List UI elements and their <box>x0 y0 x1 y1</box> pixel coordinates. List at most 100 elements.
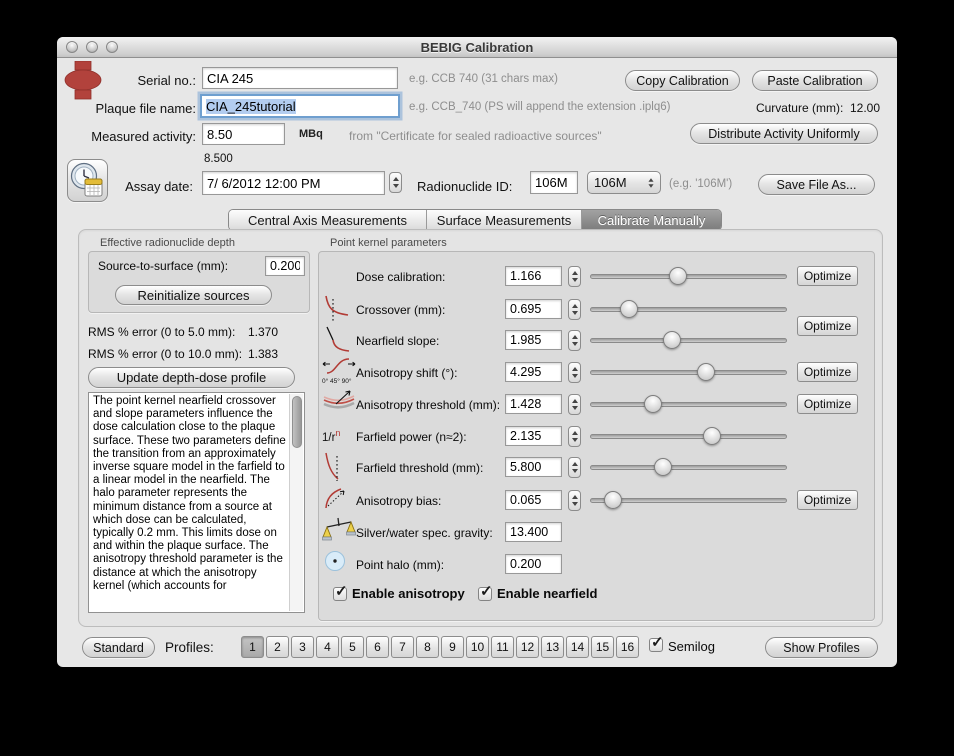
copy-calibration-button[interactable]: Copy Calibration <box>625 70 740 91</box>
source-to-surface-label: Source-to-surface (mm): <box>98 259 228 273</box>
slider-thumb[interactable] <box>644 395 662 413</box>
info-text-area[interactable]: The point kernel nearfield crossover and… <box>88 392 305 613</box>
source-to-surface-input[interactable] <box>265 256 305 276</box>
anisotropy-shift-optimize-button[interactable]: Optimize <box>797 362 858 382</box>
rms-error-5mm-label: RMS % error (0 to 5.0 mm): <box>88 325 235 339</box>
dose-calibration-stepper[interactable] <box>568 266 581 287</box>
plaque-file-name-input[interactable]: CIA_245tutorial <box>200 94 400 118</box>
anisotropy-bias-optimize-button[interactable]: Optimize <box>797 490 858 510</box>
slider-track[interactable] <box>590 402 787 407</box>
slider-track[interactable] <box>590 274 787 279</box>
profile-button-12[interactable]: 12 <box>516 636 539 658</box>
dose-calibration-input[interactable] <box>505 266 562 286</box>
profile-button-2[interactable]: 2 <box>266 636 289 658</box>
point-halo-input[interactable] <box>505 554 562 574</box>
farfield-threshold-slider[interactable] <box>590 457 787 478</box>
dose-calibration-slider[interactable] <box>590 266 787 287</box>
crossover-slider[interactable] <box>590 299 787 320</box>
profile-button-3[interactable]: 3 <box>291 636 314 658</box>
param-row-silver-water-gravity: Silver/water spec. gravity: <box>318 522 875 544</box>
anisotropy-threshold-input[interactable] <box>505 394 562 414</box>
anisotropy-threshold-stepper[interactable] <box>568 394 581 415</box>
measured-activity-input[interactable] <box>202 123 285 145</box>
distribute-activity-button[interactable]: Distribute Activity Uniformly <box>690 123 878 144</box>
slider-track[interactable] <box>590 434 787 439</box>
anisotropy-bias-slider[interactable] <box>590 490 787 511</box>
update-depth-dose-button[interactable]: Update depth-dose profile <box>88 367 295 388</box>
point-kernel-group-title: Point kernel parameters <box>330 237 447 249</box>
anisotropy-threshold-slider[interactable] <box>590 394 787 415</box>
slider-thumb[interactable] <box>620 300 638 318</box>
param-row-anisotropy-bias: Anisotropy bias:Optimize <box>318 490 875 512</box>
anisotropy-shift-slider[interactable] <box>590 362 787 383</box>
slider-track[interactable] <box>590 338 787 343</box>
radionuclide-popup[interactable]: 106M <box>587 171 661 194</box>
dose-calibration-optimize-button[interactable]: Optimize <box>797 266 858 286</box>
reinitialize-sources-button[interactable]: Reinitialize sources <box>115 285 272 305</box>
anisotropy-bias-stepper[interactable] <box>568 490 581 511</box>
slider-thumb[interactable] <box>604 491 622 509</box>
farfield-power-stepper[interactable] <box>568 426 581 447</box>
assay-date-stepper[interactable] <box>389 172 402 193</box>
farfield-threshold-stepper[interactable] <box>568 457 581 478</box>
profile-button-9[interactable]: 9 <box>441 636 464 658</box>
tab-surface-measurements[interactable]: Surface Measurements <box>426 210 581 230</box>
slider-thumb[interactable] <box>654 458 672 476</box>
farfield-threshold-label: Farfield threshold (mm): <box>356 461 483 475</box>
farfield-threshold-input[interactable] <box>505 457 562 477</box>
anisotropy-threshold-optimize-button[interactable]: Optimize <box>797 394 858 414</box>
plaque-file-name-label: Plaque file name: <box>57 101 196 116</box>
stepper-up-icon[interactable] <box>393 177 399 181</box>
enable-anisotropy-checkbox[interactable]: ✓ <box>333 587 347 601</box>
profile-button-6[interactable]: 6 <box>366 636 389 658</box>
farfield-power-input[interactable] <box>505 426 562 446</box>
nearfield-slope-stepper[interactable] <box>568 330 581 351</box>
tab-calibrate-manually[interactable]: Calibrate Manually <box>581 210 721 230</box>
tab-central-axis-measurements[interactable]: Central Axis Measurements <box>229 210 426 230</box>
assay-date-input[interactable] <box>202 171 385 195</box>
checkmark-icon: ✓ <box>480 582 493 600</box>
farfield-power-slider[interactable] <box>590 426 787 447</box>
slider-thumb[interactable] <box>703 427 721 445</box>
radionuclide-id-input[interactable] <box>530 171 578 194</box>
title-bar[interactable]: BEBIG Calibration <box>57 37 897 58</box>
profile-button-7[interactable]: 7 <box>391 636 414 658</box>
scrollbar[interactable] <box>289 394 303 611</box>
profile-button-4[interactable]: 4 <box>316 636 339 658</box>
stepper-down-icon[interactable] <box>393 184 399 188</box>
profile-button-11[interactable]: 11 <box>491 636 514 658</box>
profile-button-13[interactable]: 13 <box>541 636 564 658</box>
profile-button-5[interactable]: 5 <box>341 636 364 658</box>
nearfield-slope-input[interactable] <box>505 330 562 350</box>
profile-button-1[interactable]: 1 <box>241 636 264 658</box>
nearfield-slope-slider[interactable] <box>590 330 787 351</box>
anisotropy-bias-input[interactable] <box>505 490 562 510</box>
serial-input[interactable] <box>202 67 398 89</box>
slider-thumb[interactable] <box>697 363 715 381</box>
profile-button-16[interactable]: 16 <box>616 636 639 658</box>
save-file-as-button[interactable]: Save File As... <box>758 174 875 195</box>
anisotropy-shift-input[interactable] <box>505 362 562 382</box>
rms-error-10mm-value: 1.383 <box>248 347 278 361</box>
profile-button-8[interactable]: 8 <box>416 636 439 658</box>
crossover-stepper[interactable] <box>568 299 581 320</box>
paste-calibration-button[interactable]: Paste Calibration <box>752 70 878 91</box>
slider-track[interactable] <box>590 465 787 470</box>
crossover-input[interactable] <box>505 299 562 319</box>
scrollbar-thumb[interactable] <box>292 396 302 448</box>
anisotropy-shift-label: Anisotropy shift (°): <box>356 366 458 380</box>
standard-button[interactable]: Standard <box>82 637 155 658</box>
slider-track[interactable] <box>590 370 787 375</box>
profile-button-15[interactable]: 15 <box>591 636 614 658</box>
point-halo-icon <box>322 548 356 582</box>
silver-water-gravity-input[interactable] <box>505 522 562 542</box>
enable-nearfield-checkbox[interactable]: ✓ <box>478 587 492 601</box>
show-profiles-button[interactable]: Show Profiles <box>765 637 878 658</box>
slider-thumb[interactable] <box>669 267 687 285</box>
semilog-checkbox[interactable]: ✓ <box>649 638 663 652</box>
profile-button-10[interactable]: 10 <box>466 636 489 658</box>
slider-thumb[interactable] <box>663 331 681 349</box>
param-row-nearfield-slope: Nearfield slope: <box>318 330 875 352</box>
profile-button-14[interactable]: 14 <box>566 636 589 658</box>
anisotropy-shift-stepper[interactable] <box>568 362 581 383</box>
